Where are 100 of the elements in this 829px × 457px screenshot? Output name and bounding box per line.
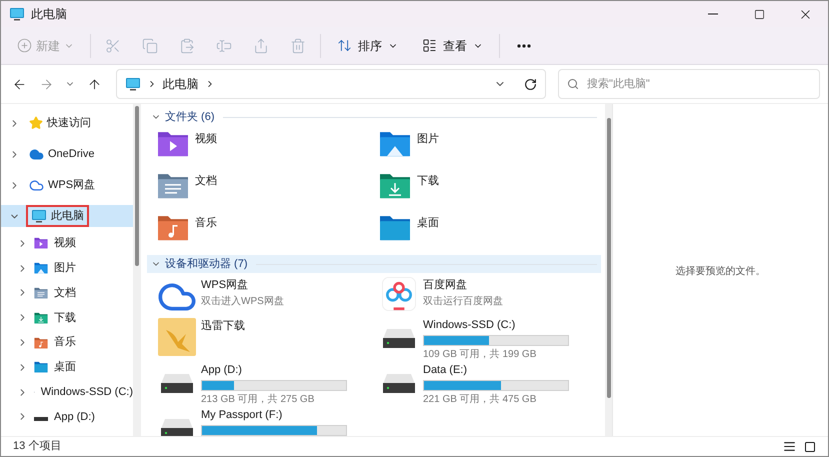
download-folder-icon — [379, 172, 411, 200]
nav-label: 此电脑 — [51, 208, 84, 224]
nav-item[interactable]: 视频 — [1, 231, 133, 256]
item-name: 迅雷下载 — [201, 319, 245, 334]
nav-label: 音乐 — [54, 334, 76, 350]
nav-label: WPS网盘 — [48, 178, 96, 193]
monitor-icon — [124, 76, 141, 92]
tiles-view-icon[interactable] — [804, 440, 816, 452]
rename-icon — [216, 38, 232, 54]
nav-item[interactable]: OneDrive — [1, 143, 133, 165]
search-input[interactable]: 搜索"此电脑" — [586, 76, 812, 92]
desktop-folder-icon — [34, 361, 48, 374]
sort-button[interactable]: 排序 — [329, 30, 406, 60]
more-icon — [517, 44, 531, 48]
bird-folder-icon — [158, 318, 196, 356]
folder-name: 下载 — [417, 174, 439, 189]
music-folder-icon — [34, 336, 48, 349]
star-icon — [29, 116, 43, 130]
desktop-folder-icon — [379, 214, 411, 242]
item-name: 百度网盘 — [423, 278, 468, 293]
details-view-icon[interactable] — [783, 440, 796, 453]
document-folder-icon — [34, 287, 48, 299]
nav-label: 图片 — [54, 260, 76, 276]
nav-item[interactable]: 桌面 — [1, 354, 133, 380]
item-name: WPS网盘 — [201, 278, 250, 293]
folder-name: 桌面 — [417, 216, 439, 231]
app-item[interactable]: WPS网盘 双击进入WPS网盘 — [157, 276, 379, 317]
music-folder-icon — [157, 214, 189, 242]
address-field[interactable]: 此电脑 — [116, 69, 546, 99]
folder-item[interactable]: 图片 — [379, 129, 601, 171]
search-field[interactable]: 搜索"此电脑" — [558, 69, 820, 99]
drive-item[interactable]: Windows-SSD (C:) 109 GB 可用，共 199 GB — [379, 317, 601, 362]
maximize-icon — [754, 8, 764, 20]
monitor-icon — [31, 208, 47, 224]
cloud-icon — [29, 178, 44, 192]
nav-item[interactable]: WPS网盘 — [1, 174, 133, 196]
nav-label: 下载 — [54, 310, 76, 326]
computer-icon — [9, 6, 25, 22]
nav-item[interactable]: 文档 — [1, 280, 133, 306]
scrollbar-thumb[interactable] — [606, 118, 610, 398]
search-icon — [566, 78, 579, 90]
nav-label: Windows-SSD (C:) — [40, 384, 133, 400]
nav-label: App (D:) — [54, 410, 95, 425]
nav-label: 文档 — [54, 286, 76, 301]
nav-item[interactable]: Windows-SSD (C:) — [1, 380, 133, 405]
scrollbar-thumb[interactable] — [135, 106, 139, 266]
picture-folder-icon — [34, 262, 48, 274]
group-header[interactable]: 设备和驱动器 (7) — [147, 255, 601, 273]
item-name: App (D:) — [201, 363, 243, 378]
free-space: 109 GB 可用，共 199 GB — [423, 348, 538, 362]
paste-icon — [179, 38, 195, 54]
sort-icon — [337, 38, 352, 53]
cut-icon — [105, 38, 121, 54]
folder-item[interactable]: 桌面 — [379, 213, 601, 255]
group-title: 设备和驱动器 (7) — [165, 256, 248, 272]
group-title: 文件夹 (6) — [165, 110, 214, 125]
folder-item[interactable]: 文档 — [157, 171, 379, 213]
folder-name: 音乐 — [195, 216, 217, 231]
document-folder-icon — [157, 172, 189, 200]
drive-item[interactable]: Data (E:) 221 GB 可用，共 475 GB — [379, 362, 601, 407]
preview-message: 选择要预览的文件。 — [676, 264, 766, 278]
view-button[interactable]: 查看 — [414, 30, 491, 60]
nav-item[interactable]: 下载 — [1, 305, 133, 330]
nav-item[interactable]: 此电脑 — [1, 205, 133, 227]
nav-label: 桌面 — [54, 360, 76, 376]
group-header[interactable]: 文件夹 (6) — [147, 108, 601, 126]
folder-item[interactable]: 视频 — [157, 129, 379, 171]
drive-item[interactable]: App (D:) 213 GB 可用，共 275 GB — [157, 362, 379, 407]
cloud-logo-icon — [382, 277, 416, 311]
item-subtitle: 双击进入WPS网盘 — [201, 294, 284, 308]
breadcrumb[interactable]: 此电脑 — [162, 75, 199, 93]
minimize-icon — [708, 13, 718, 15]
free-space: 213 GB 可用，共 275 GB — [201, 392, 316, 406]
video-folder-icon — [34, 237, 48, 250]
folder-name: 视频 — [195, 132, 217, 147]
nav-item[interactable]: 音乐 — [1, 330, 133, 355]
nav-item[interactable]: 图片 — [1, 256, 133, 281]
picture-folder-icon — [379, 130, 411, 158]
nav-label: 视频 — [54, 236, 76, 252]
video-folder-icon — [157, 130, 189, 158]
list-icon — [422, 38, 437, 53]
download-folder-icon — [34, 312, 48, 324]
folder-item[interactable]: 音乐 — [157, 213, 379, 255]
folder-name: 文档 — [195, 174, 217, 189]
folder-name: 图片 — [417, 132, 439, 147]
item-name: Windows-SSD (C:) — [423, 318, 516, 333]
nav-item[interactable]: 快速访问 — [1, 112, 133, 134]
app-item[interactable]: 迅雷下载 — [157, 317, 379, 362]
folder-item[interactable]: 下载 — [379, 171, 601, 213]
copy-icon — [142, 38, 158, 54]
nav-label: 快速访问 — [47, 116, 91, 131]
delete-icon — [290, 38, 306, 54]
refresh-icon[interactable] — [524, 78, 537, 90]
free-space: 221 GB 可用，共 475 GB — [423, 392, 538, 406]
share-icon — [253, 38, 269, 54]
nav-item[interactable]: App (D:) — [1, 404, 133, 430]
item-subtitle: 双击运行百度网盘 — [423, 294, 503, 308]
app-item[interactable]: 百度网盘 双击运行百度网盘 — [379, 276, 601, 317]
plus-icon — [17, 38, 32, 53]
drive-item[interactable]: My Passport (F:) — [157, 407, 379, 436]
